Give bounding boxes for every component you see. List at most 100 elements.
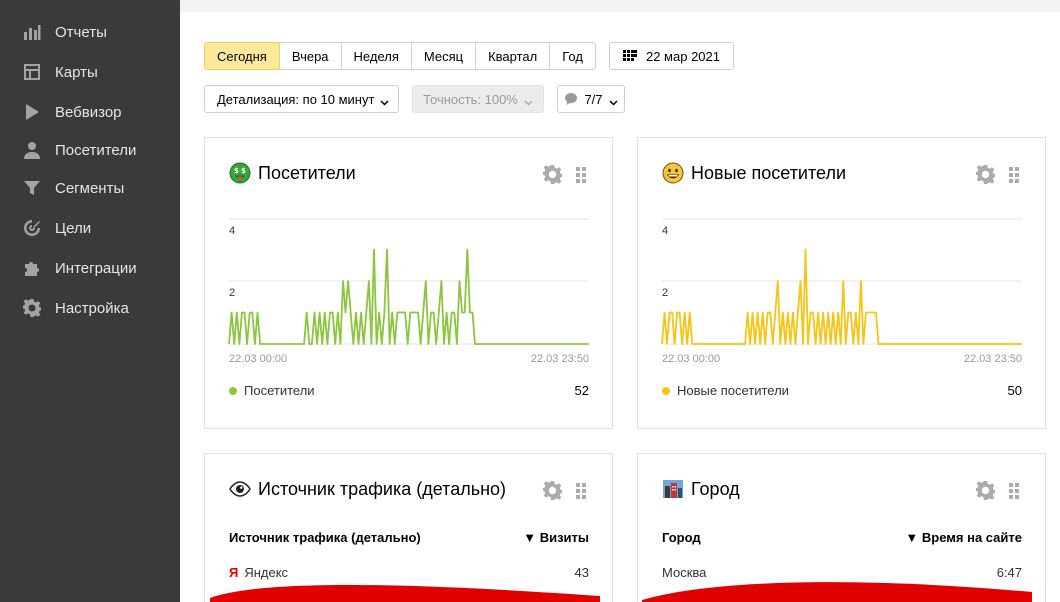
- x-tick-label-start: 22.03 00:00: [229, 353, 287, 365]
- column-header-visits[interactable]: ▼ Визиты: [523, 530, 589, 545]
- row-label: Яндекс: [244, 565, 289, 580]
- drag-handle-icon[interactable]: [576, 482, 586, 499]
- legend-total: 52: [574, 383, 589, 398]
- sidebar-item-visitors[interactable]: Посетители: [22, 138, 136, 162]
- column-header-city[interactable]: Город: [662, 530, 701, 545]
- play-icon: [22, 102, 42, 122]
- detail-label: Детализация: по 10 минут: [217, 91, 375, 107]
- sidebar-item-maps[interactable]: Карты: [22, 60, 98, 84]
- widget-tools: [543, 481, 586, 500]
- segments-dropdown[interactable]: 7/7: [557, 85, 625, 113]
- chevron-down-icon: [524, 95, 533, 106]
- sidebar-item-reports[interactable]: Отчеты: [22, 20, 107, 44]
- y-tick-label: 4: [662, 225, 668, 237]
- widget-settings-icon[interactable]: [976, 165, 995, 184]
- legend-label: Посетители: [244, 383, 315, 398]
- sidebar-item-segments[interactable]: Сегменты: [22, 176, 124, 200]
- eye-icon: [229, 478, 251, 500]
- widget-settings-icon[interactable]: [976, 481, 995, 500]
- sidebar-item-label: Карты: [55, 63, 98, 81]
- period-year-button[interactable]: Год: [550, 42, 596, 70]
- series-line: [228, 248, 589, 345]
- drag-handle-icon[interactable]: [1009, 166, 1019, 183]
- svg-text:$: $: [241, 167, 246, 175]
- period-quarter-button[interactable]: Квартал: [476, 42, 551, 70]
- sidebar: Отчеты Карты Вебвизор Посетители Сегмент…: [0, 0, 180, 602]
- row-label: Москва: [662, 565, 707, 580]
- yandex-logo-icon: Я: [229, 565, 239, 580]
- sidebar-item-label: Посетители: [55, 141, 137, 159]
- chevron-down-icon: [609, 95, 618, 106]
- legend-dot: [229, 386, 237, 395]
- accuracy-label: Точность: 100%: [423, 91, 518, 107]
- grinning-face-emoji-icon: [662, 162, 684, 184]
- sidebar-item-label: Цели: [55, 219, 92, 237]
- period-month-button[interactable]: Месяц: [411, 42, 477, 70]
- y-tick-label: 2: [229, 287, 235, 299]
- period-week-button[interactable]: Неделя: [341, 42, 412, 70]
- widget-tools: [976, 481, 1019, 500]
- column-header-time[interactable]: ▼ Время на сайте: [905, 530, 1022, 545]
- column-header-source[interactable]: Источник трафика (детально): [229, 530, 421, 545]
- series-line: [661, 248, 1022, 345]
- sidebar-item-label: Вебвизор: [55, 103, 122, 121]
- drag-handle-icon[interactable]: [1009, 482, 1019, 499]
- map-icon: [22, 62, 42, 82]
- city-widget: Город Город ▼ Время на сайте Москва 6:47: [637, 453, 1046, 602]
- widget-header: $ $ Посетители: [229, 162, 356, 184]
- visitors-line-chart: 4 2 22.03 00:00 22.03 23:50: [228, 218, 589, 365]
- traffic-source-widget: Источник трафика (детально) Источник тра…: [204, 453, 613, 602]
- bar-chart-icon: [22, 22, 42, 42]
- x-tick-label-end: 22.03 23:50: [964, 353, 1022, 365]
- sidebar-item-label: Сегменты: [55, 179, 125, 197]
- drag-handle-icon[interactable]: [576, 166, 586, 183]
- period-yesterday-button[interactable]: Вчера: [279, 42, 342, 70]
- row-value: 43: [574, 565, 589, 580]
- table-row[interactable]: Я Яндекс 43: [229, 565, 589, 580]
- widget-title: Новые посетители: [691, 162, 847, 183]
- sidebar-item-label: Настройка: [55, 299, 129, 317]
- period-selector: Сегодня Вчера Неделя Месяц Квартал Год: [204, 42, 596, 70]
- main-content: Сегодня Вчера Неделя Месяц Квартал Год 2…: [180, 12, 1060, 602]
- sidebar-item-integrations[interactable]: Интеграции: [22, 256, 137, 280]
- city-emoji-icon: [662, 478, 684, 500]
- widget-title: Источник трафика (детально): [258, 478, 507, 499]
- row-value: 6:47: [996, 565, 1022, 580]
- chart-legend: Новые посетители 50: [662, 383, 1022, 398]
- date-label: 22 мар 2021: [645, 48, 720, 64]
- widget-header: Источник трафика (детально): [229, 478, 506, 500]
- filter-icon: [22, 178, 42, 198]
- puzzle-icon: [22, 258, 42, 278]
- accuracy-dropdown[interactable]: Точность: 100%: [412, 85, 544, 113]
- table-row[interactable]: Москва 6:47: [662, 565, 1022, 580]
- widget-tools: [543, 165, 586, 184]
- widget-header: Город: [662, 478, 740, 500]
- widget-settings-icon[interactable]: [543, 481, 562, 500]
- legend-item: Новые посетители: [662, 383, 789, 398]
- y-tick-label: 2: [662, 287, 668, 299]
- new-visitors-line-chart: 4 2 22.03 00:00 22.03 23:50: [661, 218, 1022, 365]
- detail-dropdown[interactable]: Детализация: по 10 минут: [204, 85, 399, 113]
- gear-icon: [22, 298, 42, 318]
- widget-title: Город: [691, 478, 740, 499]
- comment-icon: [564, 92, 578, 106]
- new-visitors-widget: Новые посетители 4 2 22.03 00:00 22.03 23:5…: [637, 137, 1046, 429]
- widget-title: Посетители: [258, 162, 356, 183]
- person-icon: [22, 140, 42, 160]
- period-today-button[interactable]: Сегодня: [204, 42, 280, 70]
- date-picker-button[interactable]: 22 мар 2021: [609, 42, 734, 70]
- target-icon: [22, 218, 42, 238]
- sidebar-item-settings[interactable]: Настройка: [22, 296, 129, 320]
- y-tick-label: 4: [229, 225, 235, 237]
- sidebar-item-label: Интеграции: [55, 259, 137, 277]
- money-face-emoji-icon: $ $: [229, 162, 251, 184]
- visitors-widget: $ $ Посетители 4 2 22.03 00:00 22.03 23:50 П…: [204, 137, 613, 429]
- legend-total: 50: [1007, 383, 1022, 398]
- sidebar-item-goals[interactable]: Цели: [22, 216, 91, 240]
- row-label-cell: Я Яндекс: [229, 565, 288, 580]
- widget-settings-icon[interactable]: [543, 165, 562, 184]
- legend-item: Посетители: [229, 383, 315, 398]
- sidebar-item-webvisor[interactable]: Вебвизор: [22, 100, 122, 124]
- new-visitors-chart: 4 2 22.03 00:00 22.03 23:50: [661, 212, 1022, 365]
- legend-label: Новые посетители: [677, 383, 789, 398]
